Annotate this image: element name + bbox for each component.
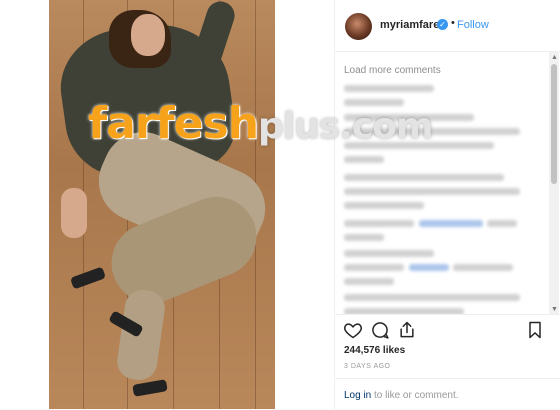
model-face (131, 14, 165, 56)
post-date: 3 DAYS AGO (344, 363, 391, 370)
watermark-part-2: plus.com (258, 106, 433, 147)
post-side-panel: myriamfares ✓ • Follow Load more comment… (334, 0, 560, 409)
blurred-comment-line (453, 264, 513, 271)
post-photo[interactable] (49, 0, 275, 409)
blurred-comment-line (487, 220, 517, 227)
blurred-comment-line (344, 278, 394, 285)
heart-icon[interactable] (343, 320, 363, 340)
blurred-comment-line (344, 220, 414, 227)
model-leg-foot (114, 287, 168, 383)
site-watermark: farfeshplus.com (88, 98, 488, 158)
post-media (0, 0, 334, 409)
blurred-comment-line (344, 174, 504, 181)
instagram-post-embed: farfeshplus.com myriamfares ✓ • Follow L… (0, 0, 560, 409)
login-suffix: to like or comment. (371, 390, 459, 401)
bookmark-icon[interactable] (525, 320, 545, 340)
likes-count[interactable]: 244,576 likes (344, 345, 405, 356)
blurred-comment-line (344, 294, 520, 301)
post-header: myriamfares ✓ • Follow (335, 0, 560, 52)
scroll-up-arrow-icon[interactable]: ▲ (551, 54, 558, 61)
blurred-mention-line (409, 264, 449, 271)
username-link[interactable]: myriamfares (380, 19, 445, 31)
model-hand (61, 188, 87, 238)
load-more-comments-link[interactable]: Load more comments (344, 65, 441, 76)
avatar[interactable] (345, 13, 372, 40)
follow-button[interactable]: Follow (457, 19, 489, 31)
blurred-mention-line (419, 220, 483, 227)
blurred-comment-line (344, 85, 434, 92)
watermark-part-1: farfesh (88, 98, 259, 149)
login-link[interactable]: Log in (344, 390, 371, 401)
blurred-comment-line (344, 202, 424, 209)
share-icon[interactable] (397, 320, 417, 340)
separator-dot: • (451, 17, 455, 29)
scroll-down-arrow-icon[interactable]: ▼ (551, 306, 558, 313)
comments-list: Load more comments (335, 52, 550, 314)
blurred-comment-line (344, 264, 404, 271)
blurred-comment-line (344, 188, 520, 195)
verified-badge-icon: ✓ (437, 19, 448, 30)
post-actions: 244,576 likes 3 DAYS AGO Log in to like … (335, 314, 560, 409)
login-prompt: Log in to like or comment. (344, 390, 459, 401)
blurred-comment-line (344, 234, 384, 241)
login-bar: Log in to like or comment. (335, 378, 560, 410)
scrollbar-thumb[interactable] (551, 64, 557, 184)
shoe-heel (132, 379, 168, 397)
shoe-heel (69, 266, 107, 290)
comments-scrollbar[interactable]: ▲ ▼ (549, 52, 559, 314)
comment-icon[interactable] (370, 320, 390, 340)
blurred-comment-line (344, 250, 434, 257)
